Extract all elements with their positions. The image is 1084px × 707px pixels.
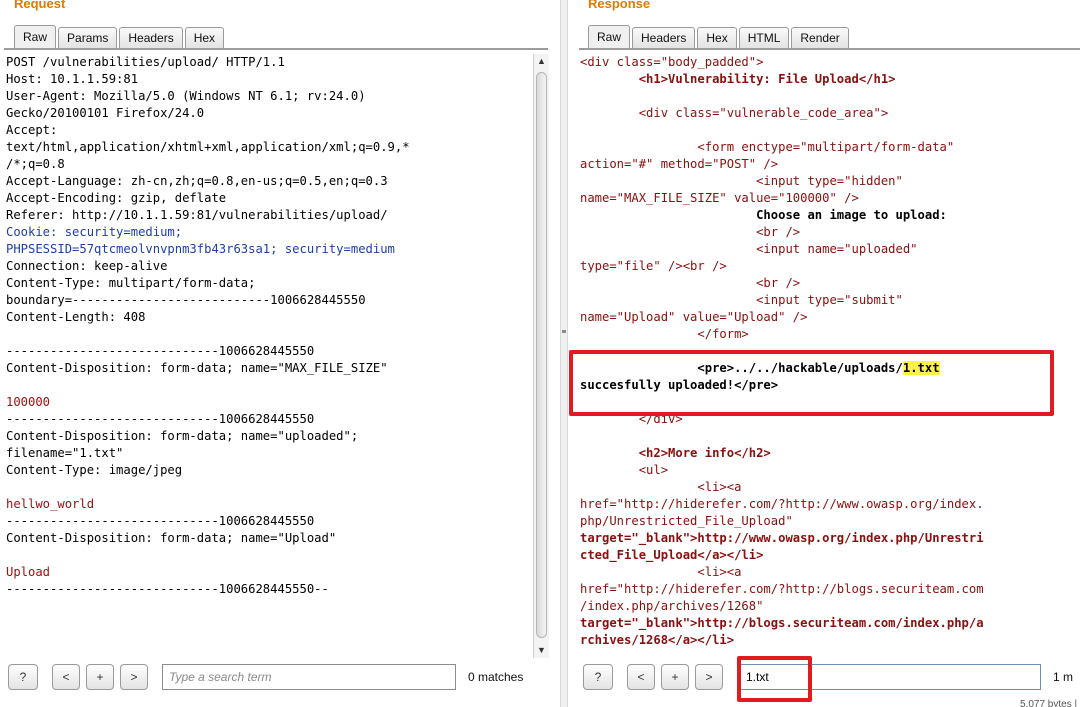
request-line: Content-Length: 408 bbox=[6, 310, 146, 324]
response-line: <ul> bbox=[580, 463, 669, 477]
request-line: Content-Disposition: form-data; name="MA… bbox=[6, 361, 388, 375]
response-line: target="_blank">http://blogs.securiteam.… bbox=[580, 616, 984, 630]
request-line-cookie: PHPSESSID=57qtcmeolvnvpnm3fb43r63sa1; se… bbox=[6, 242, 395, 256]
response-line: <li><a bbox=[580, 480, 742, 494]
request-line: -----------------------------10066284455… bbox=[6, 412, 315, 426]
response-line: </div> bbox=[580, 412, 683, 426]
request-line: text/html,application/xhtml+xml,applicat… bbox=[6, 140, 410, 154]
response-line: <h1>Vulnerability: File Upload</h1> bbox=[580, 72, 896, 86]
request-line-value: Upload bbox=[6, 565, 51, 579]
request-line: -----------------------------10066284455… bbox=[6, 582, 329, 596]
upload-result-line: succesfully uploaded!</pre> bbox=[580, 378, 779, 392]
response-line: <input type="submit" bbox=[580, 293, 903, 307]
request-line: Accept-Encoding: gzip, deflate bbox=[6, 191, 227, 205]
response-line: name="MAX_FILE_SIZE" value="100000" /> bbox=[580, 191, 859, 205]
request-line: Accept-Language: zh-cn,zh;q=0.8,en-us;q=… bbox=[6, 174, 388, 188]
response-line: action="#" method="POST" /> bbox=[580, 157, 779, 171]
response-line: href="http://hiderefer.com/?http://blogs… bbox=[580, 582, 984, 596]
request-line: filename="1.txt" bbox=[6, 446, 124, 460]
request-editor[interactable]: POST /vulnerabilities/upload/ HTTP/1.1 H… bbox=[6, 54, 532, 656]
divider-grip-icon[interactable] bbox=[562, 330, 566, 336]
request-line-value: hellwo_world bbox=[6, 497, 95, 511]
response-line: rchives/1268</a></li> bbox=[580, 633, 735, 647]
response-line: name="Upload" value="Upload" /> bbox=[580, 310, 808, 324]
request-line: boundary=---------------------------1006… bbox=[6, 293, 366, 307]
request-line: Content-Type: image/jpeg bbox=[6, 463, 183, 477]
response-line: <input name="uploaded" bbox=[580, 242, 918, 256]
response-line: <form enctype="multipart/form-data" bbox=[580, 140, 955, 154]
response-line: <li><a bbox=[580, 565, 742, 579]
tab-underline bbox=[4, 48, 548, 50]
response-line: <br /> bbox=[580, 276, 801, 290]
response-editor[interactable]: <div class="body_padded"> <h1>Vulnerabil… bbox=[580, 54, 1084, 656]
request-search-input[interactable] bbox=[162, 664, 456, 690]
request-search-bar: ? < + > 0 matches bbox=[8, 662, 523, 692]
split-divider[interactable] bbox=[560, 0, 568, 707]
request-pane: Request Raw Params Headers Hex POST /vul… bbox=[0, 0, 552, 707]
response-line: </form> bbox=[580, 327, 749, 341]
tab-hex[interactable]: Hex bbox=[697, 27, 737, 49]
request-title: Request bbox=[14, 0, 66, 11]
tab-render[interactable]: Render bbox=[791, 27, 849, 49]
request-line: Content-Disposition: form-data; name="Up… bbox=[6, 531, 337, 545]
request-line: Gecko/20100101 Firefox/24.0 bbox=[6, 106, 205, 120]
tab-hex[interactable]: Hex bbox=[184, 27, 225, 49]
scroll-up-icon[interactable]: ▲ bbox=[534, 54, 549, 69]
add-button[interactable]: + bbox=[661, 664, 689, 690]
request-line: User-Agent: Mozilla/5.0 (Windows NT 6.1;… bbox=[6, 89, 366, 103]
response-line: cted_File_Upload</a></li> bbox=[580, 548, 764, 562]
upload-result-line: <pre>../../hackable/uploads/1.txt bbox=[580, 361, 940, 375]
scroll-down-icon[interactable]: ▼ bbox=[534, 643, 549, 658]
response-line: /index.php/archives/1268" bbox=[580, 599, 764, 613]
response-line: <h2>More info</h2> bbox=[580, 446, 771, 460]
tab-html[interactable]: HTML bbox=[738, 27, 790, 49]
prev-button[interactable]: < bbox=[627, 664, 655, 690]
response-line: target="_blank">http://www.owasp.org/ind… bbox=[580, 531, 984, 545]
scroll-thumb[interactable] bbox=[536, 72, 547, 638]
response-line: <div class="body_padded"> bbox=[580, 55, 764, 69]
next-button[interactable]: > bbox=[695, 664, 723, 690]
search-match-highlight: 1.txt bbox=[902, 361, 940, 375]
response-line: <input type="hidden" bbox=[580, 174, 903, 188]
add-button[interactable]: + bbox=[86, 664, 114, 690]
prev-button[interactable]: < bbox=[52, 664, 80, 690]
request-line-cookie: Cookie: security=medium; bbox=[6, 225, 183, 239]
tab-raw[interactable]: Raw bbox=[588, 25, 631, 49]
request-line: Referer: http://10.1.1.59:81/vulnerabili… bbox=[6, 208, 388, 222]
tab-params[interactable]: Params bbox=[58, 27, 118, 49]
next-button[interactable]: > bbox=[120, 664, 148, 690]
response-line: php/Unrestricted_File_Upload" bbox=[580, 514, 793, 528]
request-line: Connection: keep-alive bbox=[6, 259, 168, 273]
request-line-value: 100000 bbox=[6, 395, 51, 409]
response-line: href="http://hiderefer.com/?http://www.o… bbox=[580, 497, 984, 511]
request-line: Host: 10.1.1.59:81 bbox=[6, 72, 139, 86]
help-button[interactable]: ? bbox=[8, 664, 38, 690]
request-line: Content-Type: multipart/form-data; bbox=[6, 276, 256, 290]
response-line: <br /> bbox=[580, 225, 801, 239]
tab-headers[interactable]: Headers bbox=[119, 27, 183, 49]
response-status: 5,077 bytes | 20 bbox=[1020, 699, 1078, 707]
request-scrollbar[interactable]: ▲ ▼ bbox=[533, 54, 549, 658]
request-line: Accept: bbox=[6, 123, 58, 137]
request-line: POST /vulnerabilities/upload/ HTTP/1.1 bbox=[6, 55, 285, 69]
response-pane: Response Raw Headers Hex HTML Render <di… bbox=[575, 0, 1084, 707]
help-button[interactable]: ? bbox=[583, 664, 613, 690]
response-search-input[interactable] bbox=[739, 664, 1041, 690]
response-tabs: Raw Headers Hex HTML Render bbox=[588, 25, 851, 49]
tab-raw[interactable]: Raw bbox=[14, 25, 57, 49]
request-line: /*;q=0.8 bbox=[6, 157, 65, 171]
response-search-bar: ? < + > 1 m bbox=[583, 662, 1073, 692]
tab-underline bbox=[579, 48, 1080, 50]
tab-headers[interactable]: Headers bbox=[632, 27, 696, 49]
request-match-count: 0 matches bbox=[468, 670, 524, 684]
response-title: Response bbox=[588, 0, 651, 11]
response-line: <div class="vulnerable_code_area"> bbox=[580, 106, 889, 120]
request-tabs: Raw Params Headers Hex bbox=[14, 25, 226, 49]
request-line: -----------------------------10066284455… bbox=[6, 344, 315, 358]
request-line: -----------------------------10066284455… bbox=[6, 514, 315, 528]
request-line: Content-Disposition: form-data; name="up… bbox=[6, 429, 359, 443]
response-line: Choose an image to upload: bbox=[580, 208, 947, 222]
response-line: type="file" /><br /> bbox=[580, 259, 727, 273]
response-match-count: 1 m bbox=[1053, 670, 1074, 684]
